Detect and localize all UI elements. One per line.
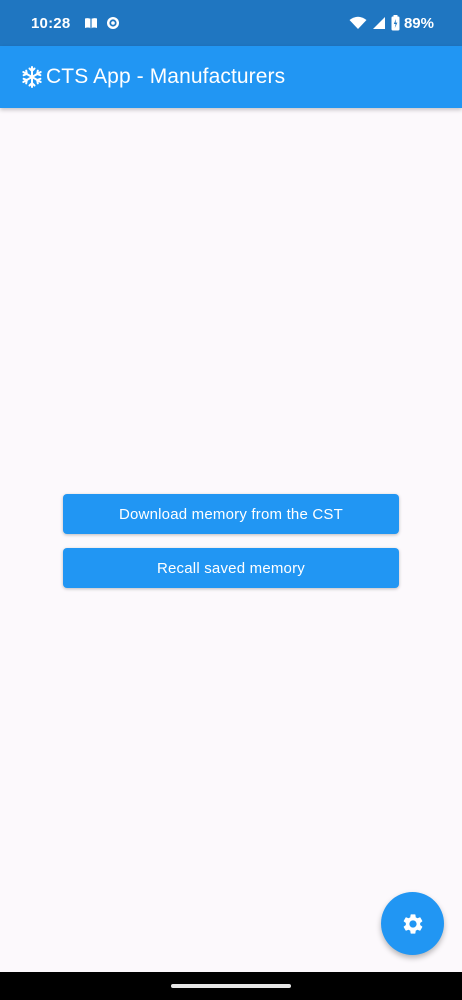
snowflake-icon (22, 66, 42, 88)
app-title-group: CTS App - Manufacturers (20, 65, 285, 89)
book-icon (85, 18, 98, 29)
download-memory-button[interactable]: Download memory from the CST (63, 494, 399, 534)
recall-memory-button[interactable]: Recall saved memory (63, 548, 399, 588)
signal-icon (372, 17, 385, 29)
status-bar: 10:28 89% (0, 0, 462, 46)
settings-fab[interactable] (381, 892, 444, 955)
navigation-bar (0, 972, 462, 1000)
home-gesture-handle[interactable] (171, 984, 291, 988)
status-right: 89% (344, 15, 434, 32)
status-time: 10:28 (31, 14, 71, 32)
wifi-icon (349, 16, 367, 29)
target-icon (107, 17, 120, 29)
page-title: CTS App - Manufacturers (46, 65, 286, 88)
screen: 10:28 89% CTS App - Manufacturers Downlo… (0, 0, 462, 1000)
battery-icon (391, 15, 400, 31)
status-left: 10:28 (31, 15, 128, 32)
battery-percentage: 89% (403, 14, 434, 32)
settings-icon (403, 913, 422, 934)
app-bar: CTS App - Manufacturers (0, 46, 462, 108)
